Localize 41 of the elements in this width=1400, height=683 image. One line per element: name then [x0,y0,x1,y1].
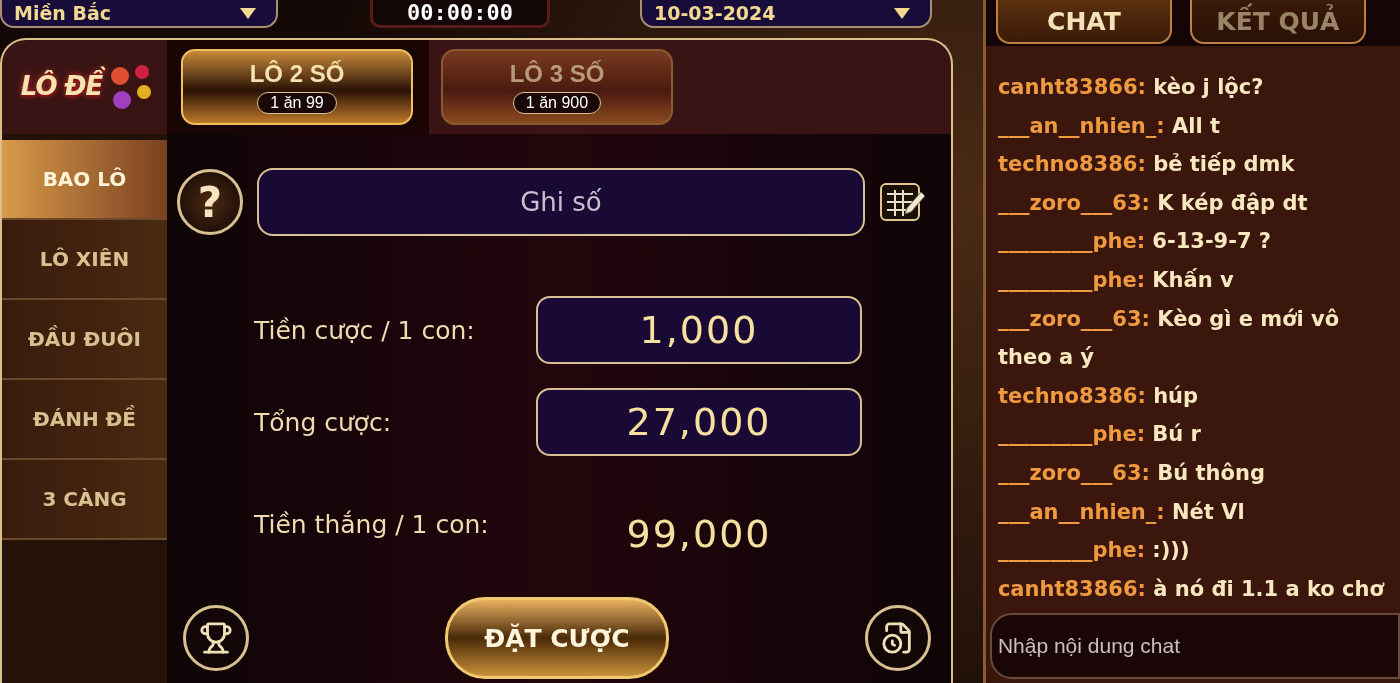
caret-icon [238,6,258,20]
chat-message: techno8386: húp [997,382,1200,410]
sidebar-item[interactable]: BAO LÔ [2,140,167,220]
chat-message: techno8386: bẻ tiếp dmk [997,151,1296,179]
sidebar-item[interactable]: LÔ XIÊN [2,220,167,300]
chat-message: canht83866: kèo j lộc? [997,74,1265,101]
date-select[interactable]: 10-03-2024 [640,0,932,28]
chat-message: _________phe: :))) [997,537,1191,565]
chat-message: ___zoro___63: K kép đập dt [997,189,1309,217]
field-label: Tiền thắng / 1 con: [254,509,490,539]
sidebar-item[interactable]: ĐẦU ĐUÔI [2,300,167,380]
chat-message: _________phe: 6-13-9-7 ? [997,228,1273,256]
chat-message: _________phe: Khấn v [997,266,1235,294]
sidebar-item[interactable]: ĐÁNH ĐỀ [2,380,167,460]
chat-message: _________phe: Bú r [997,421,1202,449]
chat-message: ___an__nhien_: All t [997,112,1222,140]
chat-message-continuation: theo a ý [997,344,1096,372]
caret-icon [892,6,912,20]
chat-tab[interactable]: KẾT QUẢ [1189,0,1366,44]
grid-pencil-icon[interactable] [879,180,927,224]
chat-message: canht83866: à nó đi 1.1 a ko chơ [997,575,1386,603]
chat-tab[interactable]: CHAT [995,0,1172,44]
chat-message: ___zoro___63: Kèo gì e mới vô [997,305,1341,333]
amount-field[interactable]: 1,000 [536,296,862,364]
amount-field[interactable]: 27,000 [536,388,862,456]
trophy-icon [199,621,233,655]
chat-message: ___an__nhien_: Nét Vl [997,498,1246,526]
region-select[interactable]: Miền Bắc [0,0,278,28]
number-input-field[interactable]: Ghi số [257,168,865,236]
countdown-timer: 00:00:00 [370,0,550,28]
win-amount: 99,000 [625,511,773,558]
sidebar-item[interactable]: 3 CÀNG [2,460,167,540]
logo-text: LÔ ĐỀ [14,66,109,108]
field-label: Tiền cược / 1 con: [254,315,476,345]
chat-message: ___zoro___63: Bú thông [997,459,1266,487]
bet-type-tab[interactable]: LÔ 2 SỐ 1 ăn 99 [181,49,413,125]
place-bet-button[interactable]: ĐẶT CƯỢC [444,597,669,679]
field-label: Tổng cược: [254,407,393,437]
bet-type-tab[interactable]: LÔ 3 SỐ 1 ăn 900 [441,49,673,125]
chat-input-field[interactable]: Nhập nội dung chat [989,613,1400,679]
help-button[interactable]: ? [177,169,243,235]
